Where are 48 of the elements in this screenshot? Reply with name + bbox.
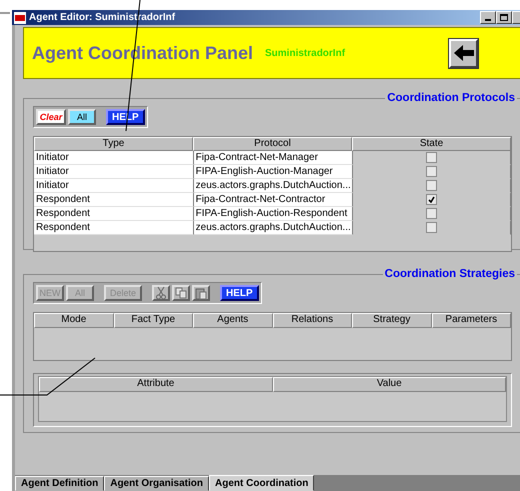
minimize-button[interactable] xyxy=(480,11,496,24)
maximize-button[interactable] xyxy=(496,11,512,24)
tab[interactable]: Agent Coordination xyxy=(209,475,314,491)
column-header[interactable]: Protocol xyxy=(193,137,352,151)
column-header[interactable]: Mode xyxy=(34,313,114,328)
all-button[interactable]: All xyxy=(68,109,96,125)
agent-name: SuministradorInf xyxy=(265,48,346,58)
column-header[interactable]: Value xyxy=(272,377,506,392)
column-header[interactable]: Attribute xyxy=(39,377,272,392)
app-icon xyxy=(14,12,26,24)
table-cell: Respondent xyxy=(34,221,194,235)
column-header[interactable]: Agents xyxy=(193,313,272,328)
checkbox[interactable] xyxy=(426,194,438,205)
tab[interactable]: Agent Definition xyxy=(15,476,104,491)
left-arrow-icon xyxy=(452,44,474,62)
tab[interactable]: Agent Organisation xyxy=(104,476,210,491)
scissors-icon xyxy=(156,286,166,300)
column-header[interactable]: Type xyxy=(34,137,193,151)
checkbox[interactable] xyxy=(426,152,438,163)
column-header[interactable]: Relations xyxy=(272,313,352,328)
minimize-icon xyxy=(485,19,491,21)
checkbox[interactable] xyxy=(426,180,438,191)
table-cell: Respondent xyxy=(34,207,194,221)
table-cell: Fipa-Contract-Net-Manager xyxy=(194,151,354,165)
checkbox[interactable] xyxy=(426,208,438,219)
table-cell: FIPA-English-Auction-Respondent xyxy=(194,207,354,221)
table-cell: Respondent xyxy=(34,193,194,207)
table-cell: Initiator xyxy=(34,165,194,179)
column-header[interactable]: State xyxy=(352,137,511,151)
clear-button[interactable]: Clear xyxy=(36,109,66,125)
column-header[interactable]: Fact Type xyxy=(114,313,193,328)
checkbox[interactable] xyxy=(426,222,438,233)
checkbox[interactable] xyxy=(426,166,438,177)
column-header[interactable]: Parameters xyxy=(432,313,511,328)
clipboard-icon xyxy=(195,286,208,300)
table-cell: zeus.actors.graphs.DutchAuction... xyxy=(194,221,354,235)
back-button[interactable] xyxy=(449,38,478,68)
help-button[interactable]: HELP xyxy=(220,285,259,301)
maximize-icon xyxy=(500,14,508,21)
copy-icon xyxy=(175,287,188,299)
table-cell: Fipa-Contract-Net-Contractor xyxy=(194,193,354,207)
group-title: Coordination Strategies xyxy=(384,268,516,280)
group-title: Coordination Protocols xyxy=(386,92,516,104)
table-cell: zeus.actors.graphs.DutchAuction... xyxy=(194,179,354,193)
column-header[interactable]: Strategy xyxy=(352,313,432,328)
table-cell: Initiator xyxy=(34,179,194,193)
table-cell: FIPA-English-Auction-Manager xyxy=(194,165,354,179)
table-cell: Initiator xyxy=(34,151,194,165)
